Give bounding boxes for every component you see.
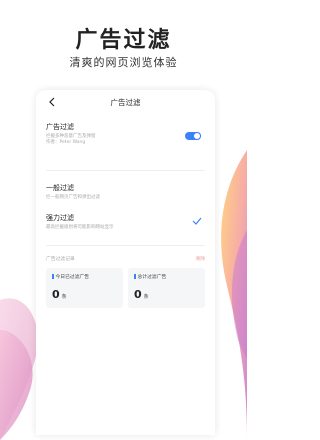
ad-filter-toggle[interactable]	[185, 132, 201, 140]
navigation-bar: 广告过滤	[36, 90, 215, 114]
phone-screen: 广告过滤 广告过滤 拦截多种恶意广告及弹窗 作者：Peter Wang 一般过滤…	[36, 90, 215, 435]
stat-value: 0	[52, 288, 60, 301]
promo-subline: 清爽的网页浏览体验	[69, 56, 178, 69]
clear-records-button[interactable]: 清除	[195, 255, 205, 262]
stat-label: 今日已过滤广告	[55, 275, 90, 280]
page-title: 广告过滤	[110, 97, 141, 107]
strong-filter-option[interactable]: 强力过滤 最高拦截级别将可能影响网站显示	[36, 213, 215, 233]
general-filter-option[interactable]: 一般过滤 拦一般网页广告和弹出过滤	[36, 183, 215, 203]
stat-label: 总计过滤广告	[137, 275, 167, 280]
stats-cards: 今日已过滤广告 0条 总计过滤广告 0条	[36, 268, 215, 308]
stat-card-today: 今日已过滤广告 0条	[46, 268, 123, 308]
divider	[46, 170, 205, 171]
accent-bar	[134, 274, 136, 279]
stat-unit: 条	[61, 294, 67, 300]
stat-unit: 条	[143, 294, 149, 300]
strong-filter-label: 强力过滤	[46, 214, 74, 222]
ad-filter-label: 广告过滤	[46, 123, 74, 131]
stat-card-total: 总计过滤广告 0条	[128, 268, 205, 308]
back-icon[interactable]	[45, 94, 59, 110]
general-filter-desc: 拦一般网页广告和弹出过滤	[46, 195, 100, 200]
toggle-knob	[193, 132, 201, 140]
records-heading: 广告过滤记录	[46, 256, 75, 262]
ad-filter-author: 作者：Peter Wang	[46, 140, 86, 145]
strong-filter-desc: 最高拦截级别将可能影响网站显示	[46, 225, 114, 230]
records-header: 广告过滤记录 清除	[36, 252, 215, 264]
general-filter-label: 一般过滤	[46, 184, 74, 192]
promo-headline: 广告过滤	[75, 28, 172, 53]
divider	[46, 245, 205, 246]
accent-bar	[52, 274, 54, 279]
stat-value: 0	[134, 288, 142, 301]
ad-filter-row: 广告过滤 拦截多种恶意广告及弹窗 作者：Peter Wang	[36, 122, 215, 158]
check-icon	[191, 216, 203, 226]
